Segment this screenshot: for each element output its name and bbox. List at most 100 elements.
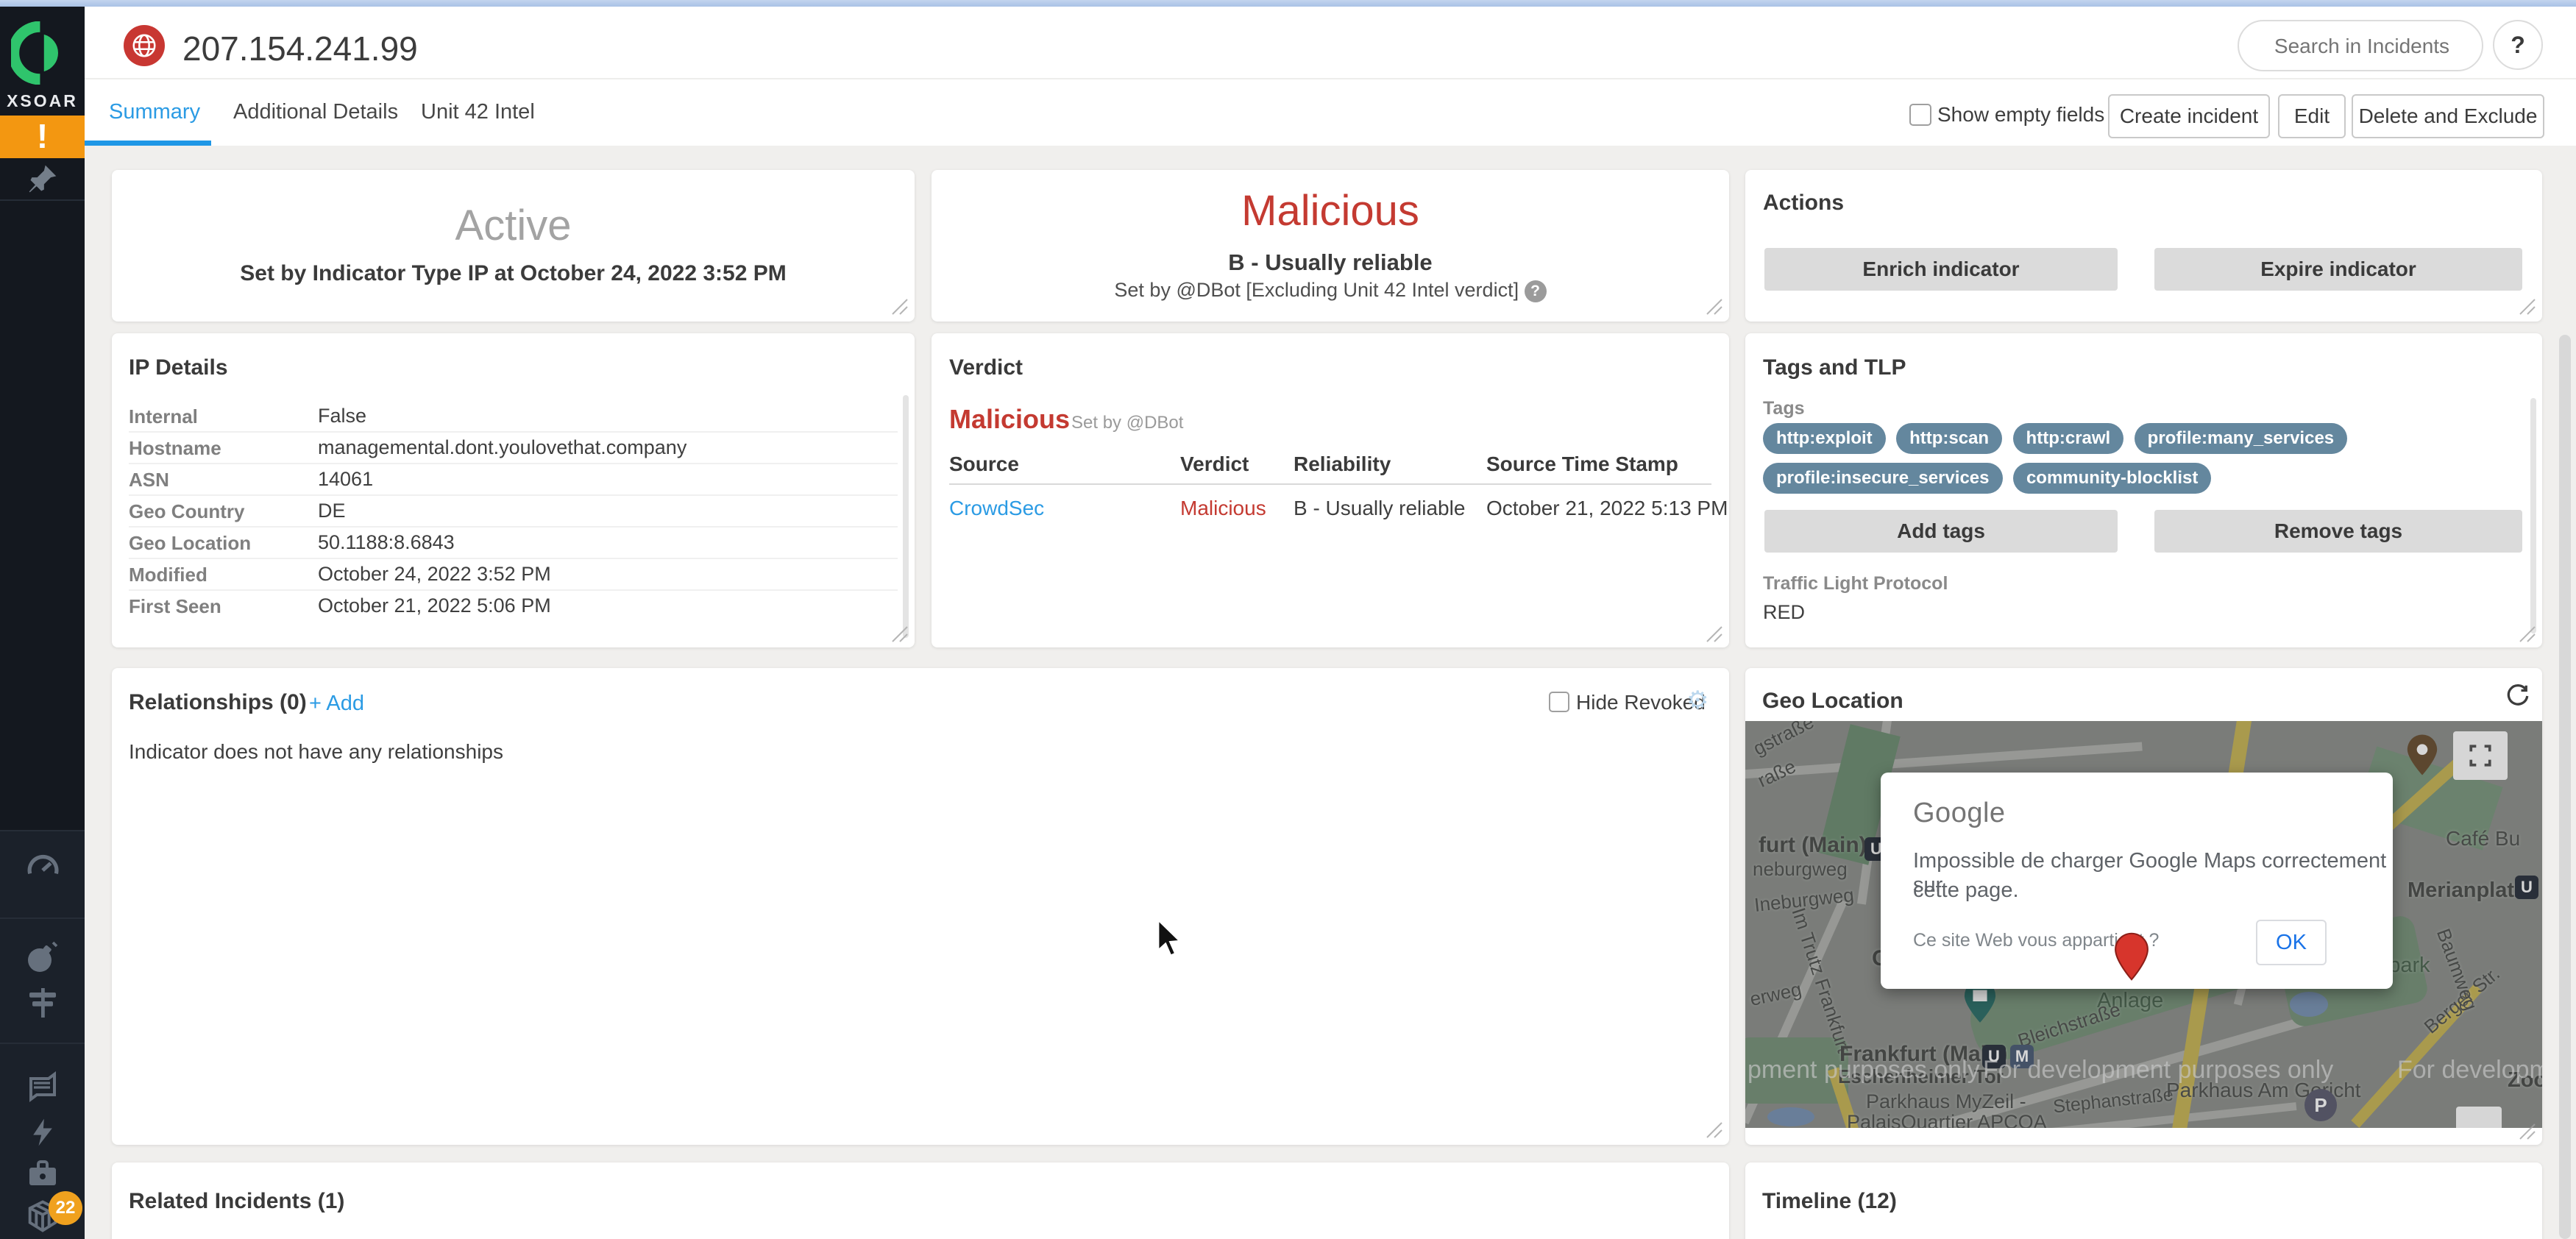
source-link[interactable]: CrowdSec	[949, 497, 1044, 520]
hide-revoked-checkbox[interactable]	[1549, 692, 1569, 712]
ip-indicator-icon	[124, 25, 165, 66]
mouse-cursor	[1155, 918, 1185, 963]
timeline-card: Timeline (12)	[1745, 1162, 2542, 1239]
dialog-message-line2: cette page.	[1913, 878, 2019, 903]
lightning-icon	[26, 1139, 59, 1151]
tab-unit42-intel[interactable]: Unit 42 Intel	[421, 100, 535, 124]
tag-pill[interactable]: http:scan	[1896, 423, 2002, 454]
ip-details-card: IP Details InternalFalse Hostnamemanagem…	[112, 333, 915, 647]
sidebar-item-war-room[interactable]	[0, 940, 85, 979]
resize-handle-icon[interactable]	[890, 297, 909, 316]
verdict-reliability: B - Usually reliable	[932, 249, 1729, 276]
page-header: 207.154.241.99 ?	[85, 7, 2576, 78]
dialog-ok-button[interactable]: OK	[2256, 920, 2327, 965]
sidebar-item-signpost[interactable]	[0, 985, 85, 1024]
tab-summary[interactable]: Summary	[109, 100, 200, 124]
sidebar-item-dashboard[interactable]	[0, 851, 85, 893]
verdict-help-icon[interactable]: ?	[1525, 280, 1547, 302]
help-button[interactable]: ?	[2493, 20, 2543, 70]
tag-pill[interactable]: community-blocklist	[2013, 463, 2211, 494]
marketplace-count-badge: 22	[49, 1191, 82, 1225]
card-scrollbar[interactable]	[903, 395, 909, 638]
col-source-time-stamp[interactable]: Source Time Stamp	[1486, 452, 1678, 476]
field-row: ASN14061	[129, 463, 898, 496]
question-mark-icon: ?	[2511, 32, 2525, 59]
tag-pill[interactable]: profile:insecure_services	[1763, 463, 2003, 494]
tags-tlp-title: Tags and TLP	[1763, 355, 1906, 380]
remove-tags-button[interactable]: Remove tags	[2154, 510, 2522, 553]
search-input[interactable]	[2239, 21, 2485, 71]
active-tab-underline	[85, 141, 211, 146]
ip-details-title: IP Details	[129, 355, 228, 380]
sidebar-item-incidents[interactable]: !	[0, 116, 85, 158]
actions-title: Actions	[1763, 191, 1844, 216]
delete-and-exclude-button[interactable]: Delete and Exclude	[2352, 94, 2544, 138]
row-verdict: Malicious	[1180, 497, 1266, 520]
timeline-title: Timeline (12)	[1762, 1189, 1897, 1214]
page-title: 207.154.241.99	[182, 29, 418, 68]
tags-label: Tags	[1763, 398, 1805, 419]
row-timestamp: October 21, 2022 5:13 PM	[1486, 497, 1728, 520]
resize-handle-icon[interactable]	[1704, 1120, 1723, 1139]
show-empty-fields-checkbox[interactable]	[1909, 104, 1931, 126]
verdict-banner-value: Malicious	[932, 186, 1729, 235]
tag-pill[interactable]: profile:many_services	[2135, 423, 2347, 454]
tlp-value: RED	[1763, 601, 1805, 624]
resize-handle-icon[interactable]	[890, 624, 909, 643]
field-row: First SeenOctober 21, 2022 5:06 PM	[129, 589, 898, 621]
add-tags-button[interactable]: Add tags	[1764, 510, 2118, 553]
relationships-empty-message: Indicator does not have any relationship…	[129, 740, 503, 764]
edit-button[interactable]: Edit	[2278, 94, 2346, 138]
resize-handle-icon[interactable]	[1704, 297, 1723, 316]
thumbtack-icon	[26, 185, 59, 198]
refresh-icon[interactable]	[2505, 683, 2531, 713]
tab-toolbar-row: Summary Additional Details Unit 42 Intel…	[85, 78, 2576, 146]
sidebar-item-playbooks[interactable]	[0, 1070, 85, 1109]
sidebar-item-jobs[interactable]	[0, 1156, 85, 1195]
status-detail: Set by Indicator Type IP at October 24, …	[112, 261, 915, 286]
xsoar-logo-icon[interactable]	[0, 21, 85, 88]
col-verdict[interactable]: Verdict	[1180, 452, 1249, 476]
col-reliability[interactable]: Reliability	[1294, 452, 1391, 476]
verdict-banner-card: Malicious B - Usually reliable Set by @D…	[932, 170, 1729, 322]
expire-indicator-button[interactable]: Expire indicator	[2154, 248, 2522, 291]
exclamation-icon: !	[37, 117, 48, 155]
geo-location-card: Geo Location	[1745, 668, 2542, 1145]
search-box[interactable]	[2238, 20, 2483, 71]
create-incident-button[interactable]: Create incident	[2108, 94, 2270, 138]
status-value: Active	[112, 201, 915, 250]
xsoar-indicator-page: XSOAR !	[0, 0, 2576, 1239]
resize-handle-icon[interactable]	[1704, 624, 1723, 643]
col-source[interactable]: Source	[949, 452, 1019, 476]
xsoar-brand-label: XSOAR	[0, 91, 85, 111]
sidebar-item-automation[interactable]	[0, 1116, 85, 1152]
signpost-icon	[25, 1011, 60, 1023]
tag-pill[interactable]: http:exploit	[1763, 423, 1886, 454]
geo-map[interactable]: gstraße raße furt (Main) neburgweg Inebu…	[1745, 721, 2542, 1128]
add-relationship-link[interactable]: + Add	[309, 692, 364, 716]
tag-pill[interactable]: http:crawl	[2013, 423, 2124, 454]
gauge-icon	[24, 880, 62, 892]
card-scrollbar[interactable]	[2530, 398, 2536, 633]
resize-handle-icon[interactable]	[2517, 624, 2536, 643]
page-scrollbar[interactable]	[2559, 335, 2571, 1239]
field-row: Geo CountryDE	[129, 494, 898, 528]
bomb-icon	[25, 965, 60, 978]
relationships-settings-gear-icon[interactable]: ⚙	[1686, 686, 1709, 715]
row-reliability: B - Usually reliable	[1294, 497, 1465, 520]
field-row: Geo Location50.1188:8.6843	[129, 526, 898, 559]
actions-card: Actions Enrich indicator Expire indicato…	[1745, 170, 2542, 322]
status-card: Active Set by Indicator Type IP at Octob…	[112, 170, 915, 322]
enrich-indicator-button[interactable]: Enrich indicator	[1764, 248, 2118, 291]
show-empty-fields-label: Show empty fields	[1937, 103, 2104, 127]
verdict-set-by: Set by @DBot	[1071, 413, 1183, 433]
sidebar-item-marketplace[interactable]: 22	[0, 1197, 85, 1239]
google-logo: Google	[1913, 798, 2006, 829]
sidebar-item-pinned[interactable]	[0, 163, 85, 199]
resize-handle-icon[interactable]	[2517, 297, 2536, 316]
geo-location-title: Geo Location	[1762, 689, 1903, 714]
table-header-divider	[949, 483, 1711, 485]
tags-list: http:exploit http:scan http:crawl profil…	[1763, 423, 2506, 503]
book-icon	[25, 1096, 60, 1108]
tab-additional-details[interactable]: Additional Details	[233, 100, 398, 124]
